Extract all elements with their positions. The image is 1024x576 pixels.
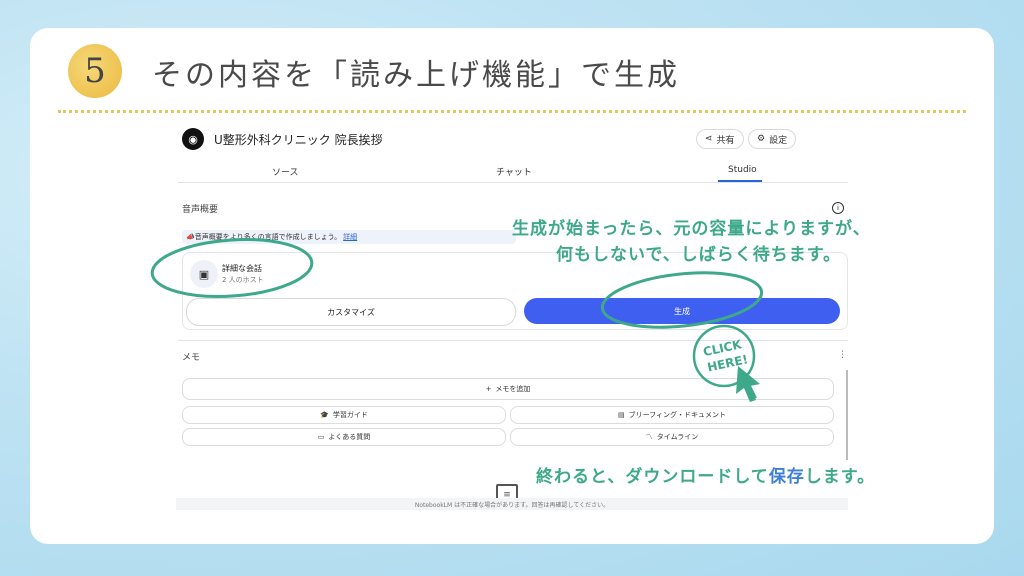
tab-studio[interactable]: Studio: [728, 165, 757, 175]
add-note-label: メモを追加: [495, 385, 531, 393]
conversation-title: 詳細な会話: [222, 264, 262, 273]
language-notice: 📣 音声概要をより多くの言語で作成しましょう。 詳細: [182, 230, 516, 244]
dotted-divider: [58, 110, 966, 113]
section-divider: [178, 340, 848, 341]
active-tab-indicator: [718, 180, 762, 182]
briefing-doc-button[interactable]: ▤ ブリーフィング・ドキュメント: [510, 406, 834, 424]
more-options-icon[interactable]: ⋮: [838, 350, 847, 360]
annotation-line2: 何もしないで、しばらく待ちます。: [556, 245, 842, 265]
customize-button[interactable]: カスタマイズ: [186, 298, 516, 326]
notebooklm-screenshot: ◉ U整形外科クリニック 院長挨拶 ⋖ 共有 ⚙ 設定 ソース チャット Stu…: [170, 120, 854, 510]
annotation-bottom-suffix: します。: [804, 467, 876, 487]
document-icon: ▤: [617, 411, 625, 419]
conversation-subtitle: 2 人のホスト: [222, 276, 264, 284]
gear-icon: ⚙: [757, 134, 766, 144]
settings-label: 設定: [769, 135, 788, 146]
timeline-icon: 〽: [645, 433, 653, 441]
notice-detail-link[interactable]: 詳細: [343, 232, 357, 242]
notes-heading: メモ: [182, 353, 201, 363]
notebook-title: U整形外科クリニック 院長挨拶: [214, 133, 383, 147]
tab-chat[interactable]: チャット: [496, 165, 532, 178]
plus-icon: +: [485, 385, 492, 393]
faq-label: よくある質問: [328, 433, 371, 441]
share-icon: ⋖: [705, 134, 713, 144]
add-note-button[interactable]: + メモを追加: [182, 378, 834, 400]
scrollbar[interactable]: [846, 370, 848, 460]
annotation-bottom-highlight: 保存: [768, 467, 805, 487]
notebooklm-logo-icon: ◉: [182, 128, 204, 150]
study-guide-button[interactable]: 🎓 学習ガイド: [182, 406, 506, 424]
faq-button[interactable]: ▭ よくある質問: [182, 428, 506, 446]
audio-file-icon: ▣: [190, 260, 218, 288]
faq-icon: ▭: [317, 433, 325, 441]
share-button[interactable]: ⋖ 共有: [696, 129, 744, 149]
info-icon[interactable]: i: [832, 202, 844, 214]
annotation-bottom-prefix: 終わると、ダウンロードして: [536, 467, 769, 487]
generate-button[interactable]: 生成: [524, 298, 840, 324]
study-guide-label: 学習ガイド: [332, 411, 368, 419]
briefing-doc-label: ブリーフィング・ドキュメント: [628, 411, 727, 419]
share-label: 共有: [716, 135, 735, 146]
annotation-line1: 生成が始まったら、元の容量によりますが、: [512, 219, 871, 239]
timeline-label: タイムライン: [656, 433, 699, 441]
tab-divider: [178, 182, 848, 183]
megaphone-icon: 📣: [186, 233, 195, 241]
tab-sources[interactable]: ソース: [272, 165, 299, 178]
footer-disclaimer: NotebookLM は不正確な場合があります。回答は再確認してください。: [176, 498, 848, 510]
graduation-cap-icon: 🎓: [320, 411, 329, 419]
audio-overview-heading: 音声概要: [182, 205, 219, 215]
settings-button[interactable]: ⚙ 設定: [748, 129, 797, 149]
notice-text: 音声概要をより多くの言語で作成しましょう。: [194, 233, 342, 241]
page-title: その内容を「読み上げ機能」で生成: [152, 58, 680, 93]
step-number-badge: 5: [68, 44, 122, 98]
annotation-bottom: 終わると、ダウンロードして保存します。: [536, 462, 875, 487]
timeline-button[interactable]: 〽 タイムライン: [510, 428, 834, 446]
